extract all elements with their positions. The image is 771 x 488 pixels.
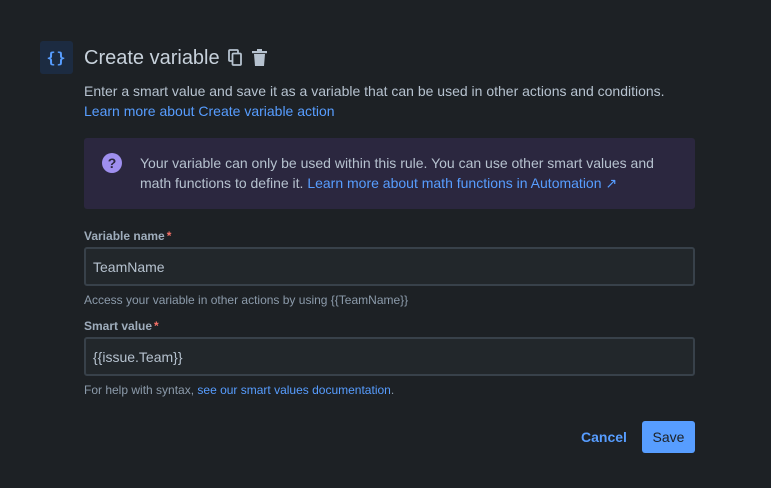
smart-values-docs-link[interactable]: see our smart values documentation xyxy=(197,383,390,397)
description: Enter a smart value and save it as a var… xyxy=(84,81,704,121)
required-marker: * xyxy=(154,319,159,333)
smart-value-input[interactable] xyxy=(84,337,695,376)
question-glyph: ? xyxy=(107,155,117,171)
create-variable-panel: {} Create variable Enter a smart value a… xyxy=(0,0,771,488)
description-text: Enter a smart value and save it as a var… xyxy=(84,83,665,99)
info-panel: ? Your variable can only be used within … xyxy=(84,138,695,209)
copy-icon[interactable] xyxy=(226,47,244,67)
required-marker: * xyxy=(166,229,172,243)
curly-braces-glyph: {} xyxy=(46,48,67,67)
smart-value-label: Smart value * xyxy=(84,319,159,333)
smart-value-helper: For help with syntax, see our smart valu… xyxy=(84,383,394,397)
variable-name-label-text: Variable name xyxy=(84,229,165,243)
helper-suffix: . xyxy=(390,383,395,397)
variable-name-label: Variable name * xyxy=(84,229,171,243)
smart-value-helper-text: For help with syntax, xyxy=(84,383,198,397)
page-title: Create variable xyxy=(84,47,220,69)
trash-icon[interactable] xyxy=(250,47,268,67)
smart-value-label-text: Smart value xyxy=(84,319,153,333)
cancel-button[interactable]: Cancel xyxy=(572,421,636,453)
question-icon: ? xyxy=(102,153,122,173)
save-button[interactable]: Save xyxy=(642,421,695,453)
variable-name-input[interactable] xyxy=(84,247,695,286)
curly-braces-icon: {} xyxy=(40,41,73,74)
title-actions xyxy=(226,47,268,67)
variable-name-helper: Access your variable in other actions by… xyxy=(84,293,409,307)
info-text: Your variable can only be used within th… xyxy=(140,153,680,193)
math-functions-link[interactable]: Learn more about math functions in Autom… xyxy=(307,175,617,191)
learn-more-create-variable-link[interactable]: Learn more about Create variable action xyxy=(84,103,335,119)
